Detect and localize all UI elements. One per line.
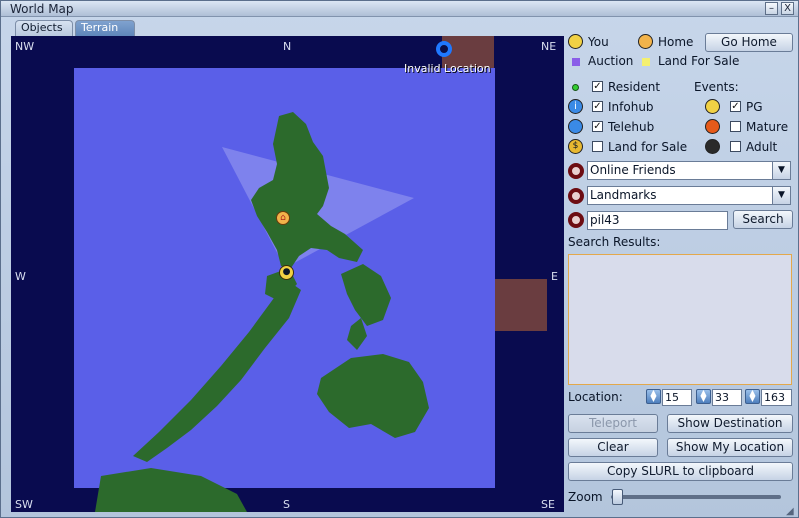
show-destination-button[interactable]: Show Destination: [667, 414, 793, 433]
y-spinner[interactable]: ▲ ▼: [696, 389, 711, 404]
telehub-checkbox[interactable]: ✓: [592, 121, 603, 132]
land-for-sale-label: Land for Sale: [608, 140, 688, 154]
island-borneo: [95, 468, 247, 512]
show-my-location-button[interactable]: Show My Location: [667, 438, 793, 457]
z-spinner[interactable]: ▲ ▼: [745, 389, 760, 404]
legend-home: Home: [658, 35, 694, 49]
telehub-icon: [568, 119, 583, 134]
landmarks-combo[interactable]: Landmarks ▼: [587, 186, 791, 205]
destination-marker-icon[interactable]: [436, 41, 452, 57]
island-palawan: [133, 280, 301, 462]
you-marker-icon[interactable]: ●: [279, 265, 294, 280]
adult-label: Adult: [746, 140, 778, 154]
teleport-button[interactable]: Teleport: [568, 414, 658, 433]
location-x-field[interactable]: 15: [662, 389, 692, 406]
chevron-down-icon[interactable]: ▼: [772, 162, 790, 179]
compass-ne: NE: [541, 40, 557, 53]
infohub-icon: i: [568, 99, 583, 114]
online-friends-combo[interactable]: Online Friends ▼: [587, 161, 791, 180]
search-marker-icon: [568, 212, 584, 228]
pg-icon: [705, 99, 720, 114]
compass-e: E: [551, 270, 558, 283]
location-z-field[interactable]: 163: [761, 389, 792, 406]
resident-dot-icon: [572, 84, 579, 91]
resident-checkbox[interactable]: ✓: [592, 81, 603, 92]
you-icon: [568, 34, 583, 49]
map-view[interactable]: NW N NE W E SW S SE Invalid Location ⌂ ●: [11, 36, 564, 512]
resident-label: Resident: [608, 80, 661, 94]
events-label: Events:: [694, 80, 739, 94]
compass-w: W: [15, 270, 26, 283]
close-button[interactable]: X: [781, 2, 794, 15]
land-for-sale-icon: $: [568, 139, 583, 154]
infohub-label: Infohub: [608, 100, 654, 114]
search-input[interactable]: pil43: [587, 211, 728, 230]
adult-icon: [705, 139, 720, 154]
telehub-label: Telehub: [608, 120, 655, 134]
island-mindanao: [317, 354, 429, 438]
zoom-slider-track[interactable]: [611, 495, 781, 499]
home-icon: [638, 34, 653, 49]
landmarks-value: Landmarks: [590, 188, 657, 202]
window-title: World Map: [10, 2, 74, 16]
resize-grip-icon[interactable]: ◢: [786, 506, 794, 517]
invalid-location-label: Invalid Location: [404, 62, 491, 75]
legend-you: You: [588, 35, 609, 49]
world-map-window: World Map – X Objects Terrain NW N NE W …: [0, 0, 799, 518]
mature-label: Mature: [746, 120, 789, 134]
compass-sw: SW: [15, 498, 33, 511]
land-for-sale-swatch-icon: [642, 58, 650, 66]
copy-slurl-button[interactable]: Copy SLURL to clipboard: [568, 462, 793, 481]
compass-nw: NW: [15, 40, 35, 53]
zoom-slider-handle[interactable]: [612, 489, 623, 505]
zoom-label: Zoom: [568, 490, 603, 504]
legend-land-for-sale: Land For Sale: [658, 54, 740, 68]
compass-se: SE: [541, 498, 555, 511]
island-cebu: [347, 318, 367, 350]
online-friends-value: Online Friends: [590, 163, 676, 177]
compass-s: S: [283, 498, 290, 511]
search-results-list[interactable]: [568, 254, 792, 385]
chevron-down-icon[interactable]: ▼: [772, 187, 790, 204]
clear-button[interactable]: Clear: [568, 438, 658, 457]
location-label: Location:: [568, 390, 623, 404]
pg-checkbox[interactable]: ✓: [730, 101, 741, 112]
auction-swatch-icon: [572, 58, 580, 66]
search-results-label: Search Results:: [568, 235, 661, 249]
legend-auction: Auction: [588, 54, 634, 68]
mature-checkbox[interactable]: [730, 121, 741, 132]
mature-icon: [705, 119, 720, 134]
adult-checkbox[interactable]: [730, 141, 741, 152]
island-visayas: [341, 264, 391, 326]
compass-n: N: [283, 40, 292, 53]
land-for-sale-checkbox[interactable]: [592, 141, 603, 152]
home-marker-icon[interactable]: ⌂: [276, 211, 290, 225]
pg-label: PG: [746, 100, 763, 114]
friends-marker-icon: [568, 163, 584, 179]
location-y-field[interactable]: 33: [712, 389, 742, 406]
go-home-button[interactable]: Go Home: [705, 33, 793, 52]
landmarks-marker-icon: [568, 188, 584, 204]
tab-terrain[interactable]: Terrain: [75, 20, 135, 36]
tab-objects[interactable]: Objects: [15, 20, 73, 36]
title-bar[interactable]: World Map – X: [1, 1, 798, 17]
search-button[interactable]: Search: [733, 210, 793, 229]
x-spinner[interactable]: ▲ ▼: [646, 389, 661, 404]
infohub-checkbox[interactable]: ✓: [592, 101, 603, 112]
minimize-button[interactable]: –: [765, 2, 778, 15]
